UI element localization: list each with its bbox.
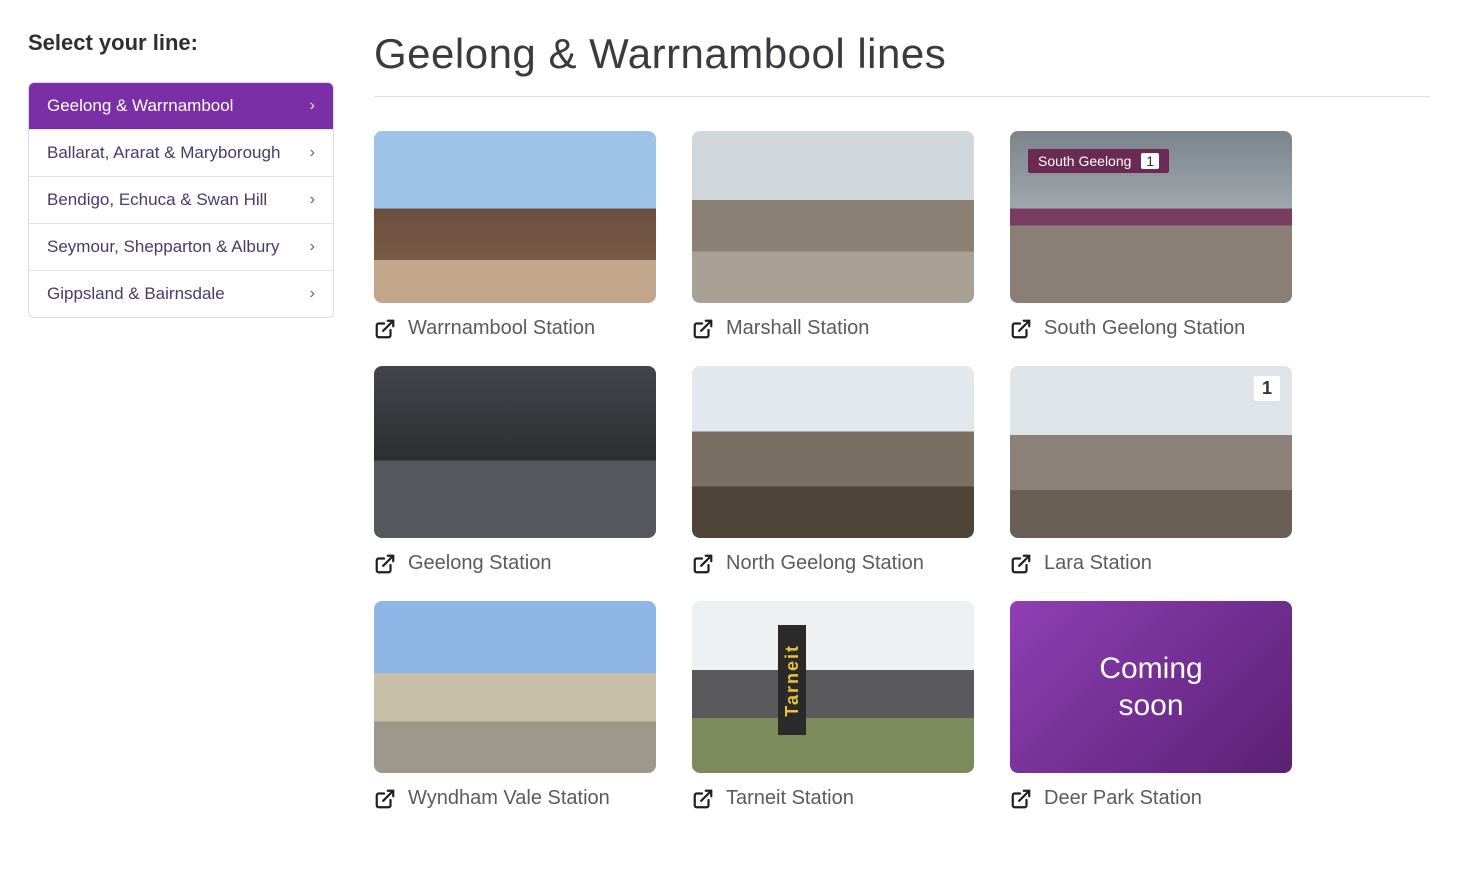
station-card: 1 Lara Station bbox=[1010, 366, 1292, 575]
station-link-lara[interactable]: Lara Station bbox=[1010, 552, 1292, 575]
chevron-right-icon: › bbox=[310, 238, 315, 256]
page-title: Geelong & Warrnambool lines bbox=[374, 30, 1430, 97]
station-name: North Geelong Station bbox=[726, 552, 924, 575]
station-name: Deer Park Station bbox=[1044, 787, 1202, 810]
main-content: Geelong & Warrnambool lines Warrnambool … bbox=[374, 30, 1430, 810]
line-item-label: Ballarat, Ararat & Maryborough bbox=[47, 143, 280, 163]
external-link-icon bbox=[1010, 318, 1032, 340]
chevron-right-icon: › bbox=[310, 144, 315, 162]
station-thumbnail[interactable] bbox=[374, 131, 656, 303]
station-sign-platform: 1 bbox=[1141, 153, 1159, 169]
tarneit-pylon-sign: Tarneit bbox=[778, 625, 806, 735]
station-name: Warrnambool Station bbox=[408, 317, 595, 340]
station-link-marshall[interactable]: Marshall Station bbox=[692, 317, 974, 340]
sidebar: Select your line: Geelong & Warrnambool … bbox=[28, 30, 334, 318]
platform-badge: 1 bbox=[1254, 376, 1280, 401]
line-item-label: Bendigo, Echuca & Swan Hill bbox=[47, 190, 267, 210]
station-link-geelong[interactable]: Geelong Station bbox=[374, 552, 656, 575]
station-thumbnail[interactable]: Tarneit bbox=[692, 601, 974, 773]
station-link-tarneit[interactable]: Tarneit Station bbox=[692, 787, 974, 810]
external-link-icon bbox=[692, 788, 714, 810]
page-layout: Select your line: Geelong & Warrnambool … bbox=[28, 30, 1430, 810]
chevron-right-icon: › bbox=[310, 191, 315, 209]
station-card: Warrnambool Station bbox=[374, 131, 656, 340]
station-name: Lara Station bbox=[1044, 552, 1152, 575]
external-link-icon bbox=[374, 788, 396, 810]
station-thumbnail[interactable]: South Geelong 1 bbox=[1010, 131, 1292, 303]
coming-soon-overlay: Comingsoon bbox=[1099, 650, 1202, 725]
sidebar-title: Select your line: bbox=[28, 30, 334, 56]
station-card: Comingsoon Deer Park Station bbox=[1010, 601, 1292, 810]
station-thumbnail[interactable] bbox=[692, 366, 974, 538]
station-card: Geelong Station bbox=[374, 366, 656, 575]
line-item-geelong-warrnambool[interactable]: Geelong & Warrnambool › bbox=[29, 83, 333, 130]
line-item-bendigo-echuca-swan-hill[interactable]: Bendigo, Echuca & Swan Hill › bbox=[29, 177, 333, 224]
station-thumbnail[interactable] bbox=[374, 366, 656, 538]
line-item-ballarat-ararat-maryborough[interactable]: Ballarat, Ararat & Maryborough › bbox=[29, 130, 333, 177]
external-link-icon bbox=[1010, 788, 1032, 810]
external-link-icon bbox=[1010, 553, 1032, 575]
station-link-deer-park[interactable]: Deer Park Station bbox=[1010, 787, 1292, 810]
station-thumbnail-coming-soon[interactable]: Comingsoon bbox=[1010, 601, 1292, 773]
line-item-label: Geelong & Warrnambool bbox=[47, 96, 233, 116]
station-name: Tarneit Station bbox=[726, 787, 854, 810]
station-thumbnail[interactable] bbox=[692, 131, 974, 303]
station-thumbnail[interactable] bbox=[374, 601, 656, 773]
line-item-label: Seymour, Shepparton & Albury bbox=[47, 237, 279, 257]
line-item-seymour-shepparton-albury[interactable]: Seymour, Shepparton & Albury › bbox=[29, 224, 333, 271]
station-name: South Geelong Station bbox=[1044, 317, 1245, 340]
station-link-wyndham-vale[interactable]: Wyndham Vale Station bbox=[374, 787, 656, 810]
line-item-label: Gippsland & Bairnsdale bbox=[47, 284, 225, 304]
station-link-south-geelong[interactable]: South Geelong Station bbox=[1010, 317, 1292, 340]
station-thumbnail[interactable]: 1 bbox=[1010, 366, 1292, 538]
station-link-north-geelong[interactable]: North Geelong Station bbox=[692, 552, 974, 575]
station-card: North Geelong Station bbox=[692, 366, 974, 575]
station-sign-text: South Geelong bbox=[1038, 153, 1131, 169]
external-link-icon bbox=[692, 318, 714, 340]
chevron-right-icon: › bbox=[310, 97, 315, 115]
station-card: Tarneit Tarneit Station bbox=[692, 601, 974, 810]
chevron-right-icon: › bbox=[310, 285, 315, 303]
station-card: Marshall Station bbox=[692, 131, 974, 340]
station-name: Geelong Station bbox=[408, 552, 551, 575]
station-card: South Geelong 1 South Geelong Station bbox=[1010, 131, 1292, 340]
line-list: Geelong & Warrnambool › Ballarat, Ararat… bbox=[28, 82, 334, 318]
station-grid: Warrnambool Station Marshall Station Sou… bbox=[374, 131, 1430, 810]
station-card: Wyndham Vale Station bbox=[374, 601, 656, 810]
station-link-warrnambool[interactable]: Warrnambool Station bbox=[374, 317, 656, 340]
external-link-icon bbox=[374, 553, 396, 575]
line-item-gippsland-bairnsdale[interactable]: Gippsland & Bairnsdale › bbox=[29, 271, 333, 317]
station-name: Wyndham Vale Station bbox=[408, 787, 610, 810]
external-link-icon bbox=[374, 318, 396, 340]
station-sign: South Geelong 1 bbox=[1028, 149, 1169, 173]
external-link-icon bbox=[692, 553, 714, 575]
station-name: Marshall Station bbox=[726, 317, 869, 340]
tarneit-sign-text: Tarneit bbox=[782, 644, 803, 717]
